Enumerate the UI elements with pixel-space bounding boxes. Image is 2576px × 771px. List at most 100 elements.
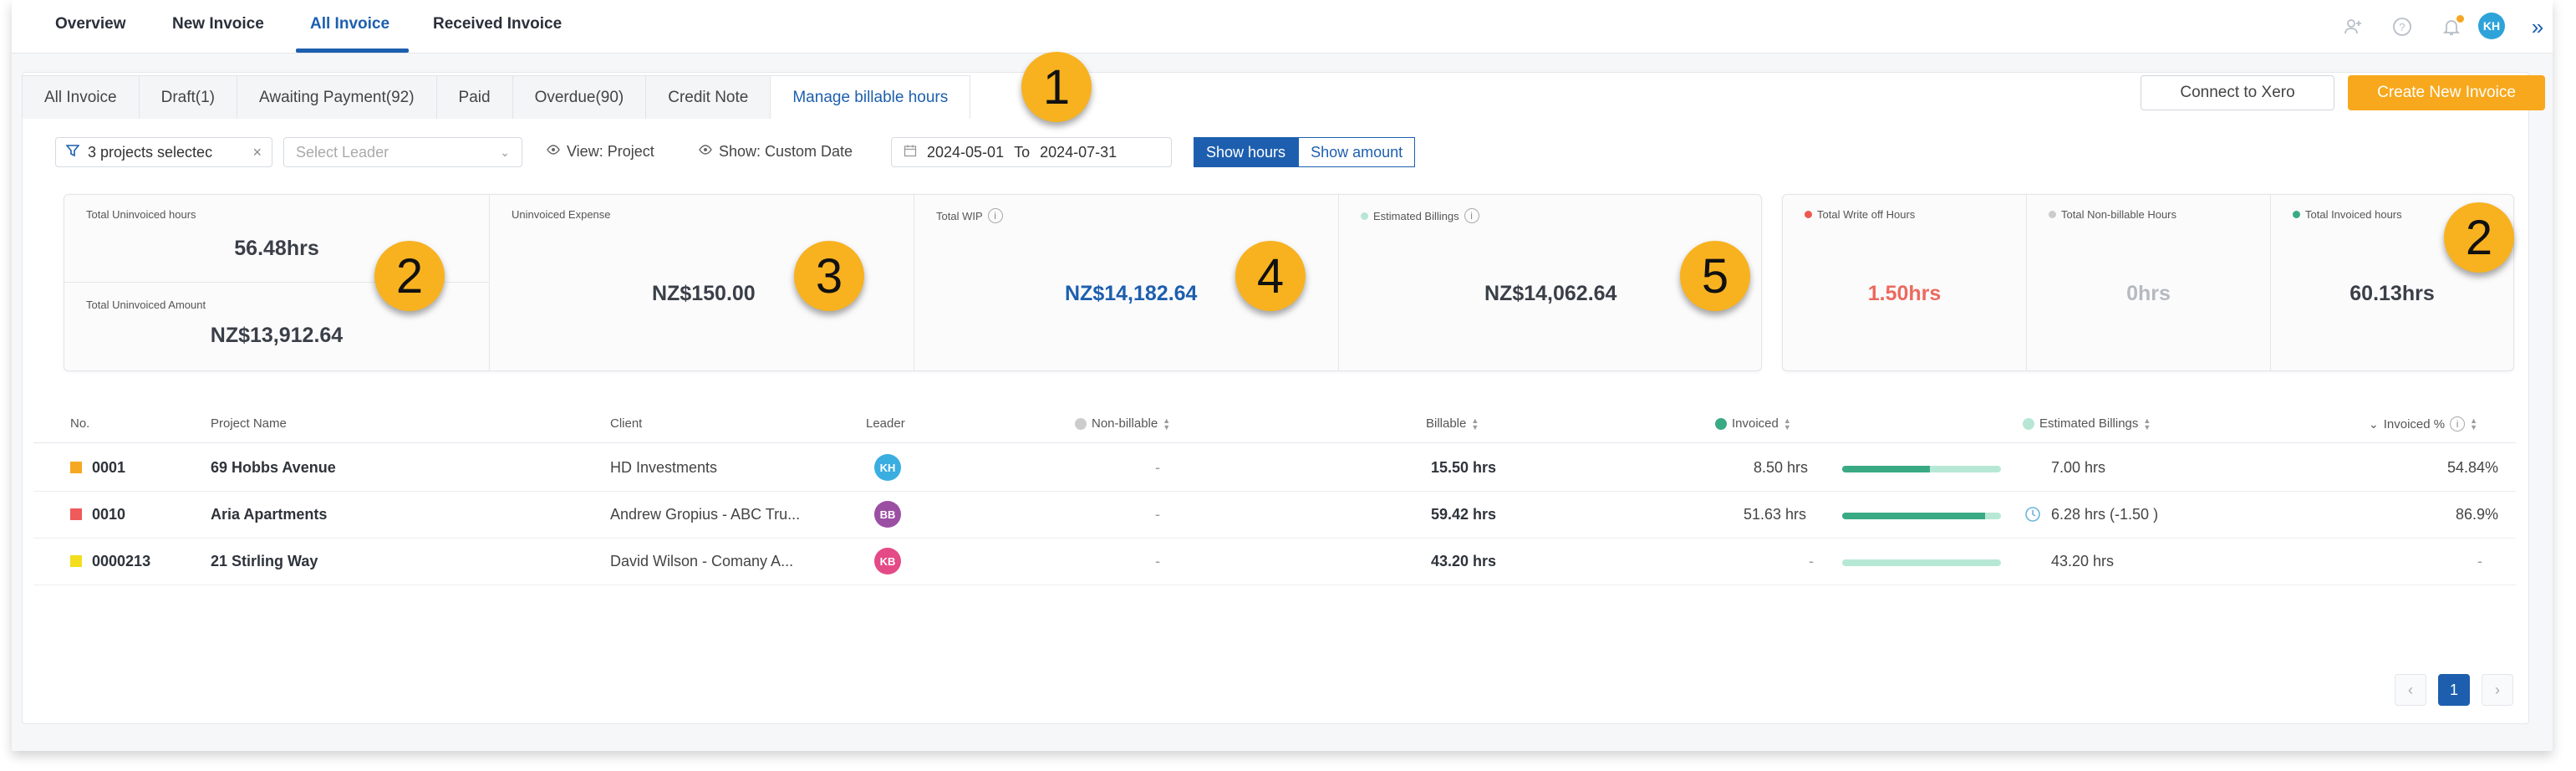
active-tab-indicator [296,49,409,53]
add-user-icon[interactable] [2341,15,2365,38]
chevron-down-icon: ⌄ [2369,416,2379,431]
pagination-page[interactable]: 1 [2438,674,2470,706]
sort-icon[interactable]: ▲ ▼ [1471,416,1479,431]
col-no: No. [70,416,90,431]
leader-select[interactable]: Select Leader ⌄ [283,137,522,167]
project-name[interactable]: 21 Stirling Way [211,553,318,570]
eye-icon [699,143,712,161]
invoiced-pct-value: 54.84% [2447,459,2499,476]
view-selector[interactable]: View: Project [547,143,654,161]
show-selector[interactable]: Show: Custom Date [699,143,853,161]
tab-received-invoice[interactable]: Received Invoice [433,15,562,33]
avatar: KH [874,454,901,481]
table-row[interactable]: 0010 Aria Apartments Andrew Gropius - AB… [33,492,2516,539]
status-dot [1715,417,1727,430]
col-est-label: Estimated Billings [2039,416,2139,431]
nonbill-value: 0hrs [2126,282,2171,305]
nonbillable-value: - [1155,553,1160,569]
callout-marker: 5 [1680,241,1750,311]
subtab-manage-billable-hours[interactable]: Manage billable hours [770,75,971,119]
tab-new-invoice[interactable]: New Invoice [172,15,264,33]
col-billable[interactable]: Billable ▲ ▼ [1426,416,1479,431]
nonbillable-value: - [1155,506,1160,523]
table-header: No. Project Name Client Leader Non-billa… [33,408,2516,443]
client-name: HD Investments [610,459,718,476]
status-dot [1361,212,1368,220]
col-invoiced-pct[interactable]: ⌄ Invoiced % i ▲ ▼ [2369,416,2477,431]
sort-icon[interactable]: ▲ ▼ [1784,416,1791,431]
subtab-credit-note[interactable]: Credit Note [645,75,771,119]
content-panel [22,72,2529,724]
sort-icon[interactable]: ▲ ▼ [2470,417,2477,431]
status-dot [2293,211,2300,218]
expense-value: NZ$150.00 [652,282,756,305]
invoice-subtabs: All Invoice Draft(1) Awaiting Payment(92… [22,75,971,119]
date-to-label: To [1014,143,1031,161]
invoiced-progress-bar [1842,513,2001,519]
clear-icon[interactable]: × [252,144,262,161]
nonbillable-card: Total Non-billable Hours 0hrs [2027,195,2271,370]
client-name: Andrew Gropius - ABC Tru... [610,506,801,523]
billable-value: 59.42 hrs [1431,506,1497,523]
writeoff-card: Total Write off Hours 1.50hrs [1783,195,2027,370]
wip-label-group: Total WIP i [936,208,1003,223]
col-invoiced[interactable]: Invoiced ▲ ▼ [1715,416,1791,431]
subtab-awaiting-payment[interactable]: Awaiting Payment(92) [237,75,437,119]
user-avatar[interactable]: KH [2478,13,2505,39]
chevron-down-icon: ⌄ [500,145,510,159]
subtab-paid[interactable]: Paid [435,75,513,119]
invoiced-pct-value: 86.9% [2456,506,2499,523]
create-invoice-button[interactable]: Create New Invoice [2348,75,2545,110]
uninvoiced-amount-value: NZ$13,912.64 [210,324,344,347]
show-amount-button[interactable]: Show amount [1298,137,1416,167]
callout-marker: 4 [1235,241,1306,311]
date-range-picker[interactable]: 2024-05-01 To 2024-07-31 [891,137,1172,167]
subtab-draft[interactable]: Draft(1) [138,75,238,119]
project-filter-label: 3 projects selectec [88,143,213,161]
date-from[interactable]: 2024-05-01 [927,144,1004,161]
sort-icon[interactable]: ▲ ▼ [2143,416,2151,431]
est-billings-value: 43.20 hrs [2051,553,2115,569]
est-billings-value: 7.00 hrs [2051,459,2106,476]
info-icon[interactable]: i [987,208,1003,223]
invoiced-label: Total Invoiced hours [2305,208,2402,221]
project-name[interactable]: Aria Apartments [211,506,327,523]
connect-xero-button[interactable]: Connect to Xero [2141,75,2334,110]
col-estimated-billings[interactable]: Estimated Billings ▲ ▼ [2023,416,2151,431]
progress-fill [1842,466,1930,472]
pagination-prev[interactable]: ‹ [2395,674,2426,706]
calendar-icon [904,144,917,161]
view-label: View: Project [567,143,654,160]
est-label: Estimated Billings [1373,209,1459,222]
project-name[interactable]: 69 Hobbs Avenue [211,459,336,477]
table-row[interactable]: 0000213 21 Stirling Way David Wilson - C… [33,539,2516,585]
date-to[interactable]: 2024-07-31 [1040,144,1117,161]
est-billings-value: 6.28 hrs (-1.50 ) [2051,506,2159,523]
project-no: 0001 [92,459,126,476]
double-chevron-right-icon[interactable]: » [2526,14,2549,39]
col-nonbillable[interactable]: Non-billable ▲ ▼ [1075,416,1170,431]
col-invoiced-label: Invoiced [1732,416,1779,431]
subtab-overdue[interactable]: Overdue(90) [512,75,647,119]
pagination-next[interactable]: › [2482,674,2513,706]
table-row[interactable]: 0001 69 Hobbs Avenue HD Investments KH -… [33,445,2516,492]
sort-icon[interactable]: ▲ ▼ [1163,416,1170,431]
writeoff-value: 1.50hrs [1867,282,1942,305]
subtab-all-invoice[interactable]: All Invoice [22,75,140,119]
callout-marker: 2 [374,241,445,311]
tab-overview[interactable]: Overview [55,15,126,33]
invoiced-progress-bar [1842,466,2001,472]
nonbill-label: Total Non-billable Hours [2061,208,2177,221]
tab-all-invoice[interactable]: All Invoice [310,15,389,33]
invoiced-pct-value: - [2477,553,2482,569]
invoiced-value: 60.13hrs [2349,282,2435,305]
info-icon[interactable]: i [1464,208,1479,223]
show-label: Show: Custom Date [719,143,853,160]
project-filter[interactable]: 3 projects selectec × [55,137,272,167]
info-icon[interactable]: i [2450,416,2466,431]
help-icon[interactable]: ? [2390,15,2414,38]
wip-label: Total WIP [936,209,983,222]
show-hours-button[interactable]: Show hours [1194,137,1299,167]
wip-value: NZ$14,182.64 [1065,282,1198,305]
eye-icon [547,143,560,161]
